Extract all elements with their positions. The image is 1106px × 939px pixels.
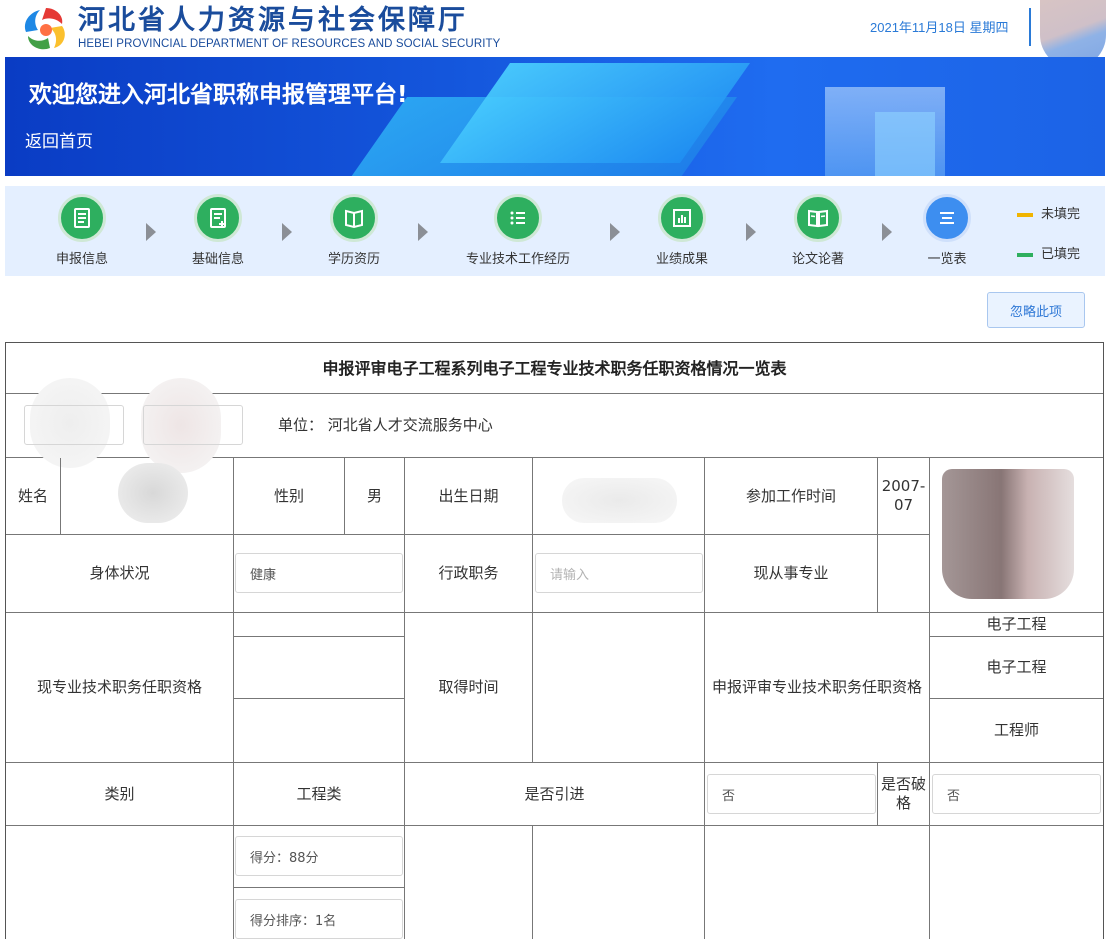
photo-avatar xyxy=(942,469,1074,599)
empty-cell xyxy=(533,826,705,939)
list-icon xyxy=(494,194,542,242)
org-name: 河北省人力资源与社会保障厅 xyxy=(78,5,468,36)
introduced-label: 是否引进 xyxy=(405,763,705,826)
step-label: 专业技术工作经历 xyxy=(465,252,570,267)
exceptional-select[interactable]: 否 xyxy=(932,774,1101,814)
current-qual-value-3 xyxy=(234,699,405,763)
gender-label: 性别 xyxy=(234,458,345,535)
health-input[interactable]: 健康 xyxy=(235,553,403,593)
form-icon xyxy=(58,194,106,242)
work-start-value: 2007-07 xyxy=(878,458,930,535)
rank-field[interactable]: 得分排序：1名 xyxy=(235,899,403,939)
form-add-icon xyxy=(194,194,242,242)
banner-decoration xyxy=(439,63,751,163)
step-label: 申报信息 xyxy=(55,252,108,267)
step-apply-info[interactable]: 申报信息 xyxy=(27,194,137,267)
admin-post-input[interactable]: 请输入 xyxy=(535,553,703,593)
legend-filled: 已填完 xyxy=(1017,243,1080,262)
redacted-name xyxy=(118,463,188,523)
obtain-time-label: 取得时间 xyxy=(405,613,533,763)
health-label: 身体状况 xyxy=(6,535,234,613)
step-label: 论文论著 xyxy=(791,252,844,267)
summary-table: 申报评审电子工程系列电子工程专业技术职务任职资格情况一览表 单位： 河北省人才交… xyxy=(5,342,1104,939)
empty-cell xyxy=(405,826,533,939)
apply-qual-value: 工程师 xyxy=(930,699,1103,763)
unit-label: 单位： 河北省人才交流服务中心 xyxy=(278,415,493,434)
step-summary[interactable]: 一览表 xyxy=(892,194,1002,267)
signature-field[interactable] xyxy=(24,405,124,445)
bar-chart-icon xyxy=(658,194,706,242)
step-label: 业绩成果 xyxy=(655,252,708,267)
arrow-right-icon xyxy=(746,223,756,241)
legend-unfilled: 未填完 xyxy=(1017,203,1080,222)
step-education[interactable]: 学历资历 xyxy=(299,194,409,267)
arrow-right-icon xyxy=(882,223,892,241)
empty-cell xyxy=(705,826,930,939)
step-papers[interactable]: 论文论著 xyxy=(763,194,873,267)
obtain-time-value xyxy=(533,613,705,763)
banner-title: 欢迎您进入河北省职称申报管理平台! xyxy=(29,82,408,108)
arrow-right-icon xyxy=(146,223,156,241)
legend-swatch xyxy=(1017,252,1033,257)
current-qual-label: 现专业技术职务任职资格 xyxy=(6,613,234,763)
home-link[interactable]: 返回首页 xyxy=(25,127,93,152)
apply-qual-label: 申报评审专业技术职务任职资格 xyxy=(705,613,930,763)
current-qual-value-2 xyxy=(234,637,405,699)
banner-decoration xyxy=(875,112,935,176)
org-name-en: HEBEI PROVINCIAL DEPARTMENT OF RESOURCES… xyxy=(78,38,501,50)
gender-value: 男 xyxy=(345,458,405,535)
redacted-birth-date xyxy=(562,478,677,523)
step-basic-info[interactable]: 基础信息 xyxy=(163,194,273,267)
apply-qual-value: 电子工程 xyxy=(930,637,1103,699)
stamp-field[interactable] xyxy=(143,405,243,445)
step-label: 学历资历 xyxy=(327,252,380,267)
exceptional-label: 是否破格 xyxy=(878,763,930,826)
category-label: 类别 xyxy=(6,763,234,826)
empty-cell xyxy=(6,826,234,939)
work-start-label: 参加工作时间 xyxy=(705,458,878,535)
current-major-value xyxy=(878,535,930,613)
apply-qual-value: 电子工程 xyxy=(930,613,1103,637)
arrow-right-icon xyxy=(282,223,292,241)
logo-icon xyxy=(24,8,65,50)
introduced-select[interactable]: 否 xyxy=(707,774,876,814)
step-achievements[interactable]: 业绩成果 xyxy=(627,194,737,267)
arrow-right-icon xyxy=(610,223,620,241)
book-icon xyxy=(330,194,378,242)
current-date: 2021年11月18日 星期四 xyxy=(870,20,1009,35)
current-qual-value-1 xyxy=(234,613,405,637)
name-label: 姓名 xyxy=(6,458,61,535)
divider xyxy=(1029,8,1031,46)
arrow-right-icon xyxy=(418,223,428,241)
step-work-experience[interactable]: 专业技术工作经历 xyxy=(445,194,591,267)
welcome-banner: 欢迎您进入河北省职称申报管理平台! 返回首页 xyxy=(5,57,1105,176)
skip-button[interactable]: 忽略此项 xyxy=(987,292,1085,328)
category-value: 工程类 xyxy=(234,763,405,826)
step-label: 基础信息 xyxy=(191,252,244,267)
menu-icon xyxy=(923,194,971,242)
step-label: 一览表 xyxy=(927,252,967,267)
progress-steps: 申报信息 基础信息 学历资历 专业技术工作经历 业绩成果 论文论著 一览表 未填… xyxy=(5,186,1105,276)
empty-cell xyxy=(930,826,1103,939)
legend-swatch xyxy=(1017,212,1033,217)
current-major-label: 现从事专业 xyxy=(705,535,878,613)
birth-label: 出生日期 xyxy=(405,458,533,535)
open-book-icon xyxy=(794,194,842,242)
site-header: 河北省人力资源与社会保障厅 HEBEI PROVINCIAL DEPARTMEN… xyxy=(0,0,1106,68)
admin-post-label: 行政职务 xyxy=(405,535,533,613)
score-field[interactable]: 得分：88分 xyxy=(235,836,403,876)
